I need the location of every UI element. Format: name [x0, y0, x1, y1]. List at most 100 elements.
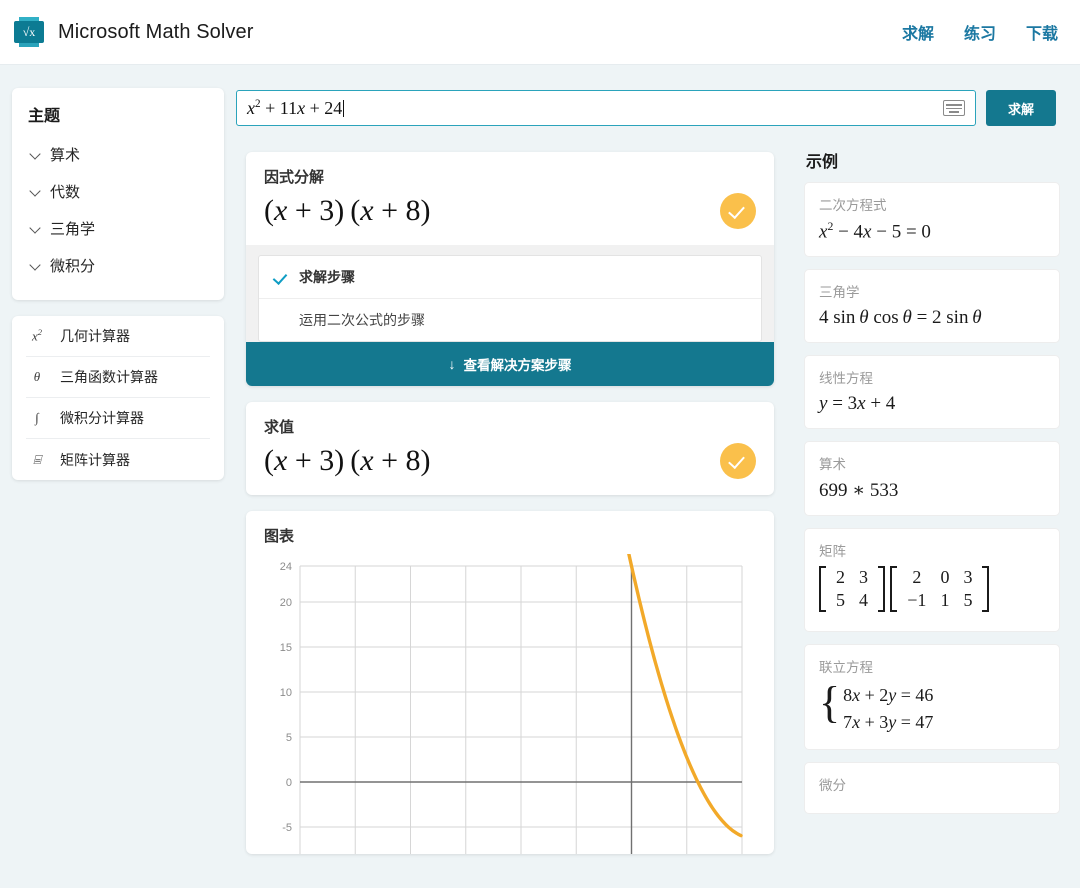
card-title: 因式分解 [264, 169, 324, 186]
evaluate-body: (x + 3) (x + 8) [246, 441, 774, 495]
steps-list: 求解步骤 运用二次公式的步骤 [258, 255, 762, 342]
topic-label: 算术 [50, 144, 80, 165]
example-matrix[interactable]: 矩阵 2354 203−115 [804, 528, 1060, 632]
example-expression: 4 sin θ cos θ = 2 sin θ [819, 307, 1045, 329]
example-label: 微分 [819, 774, 1045, 794]
calculator-geometry[interactable]: x2 几何计算器 [26, 316, 210, 357]
sidebar: 主题 算术 代数 三角学 微积分 x2 几何计算器 θ 三角函数计算器 ∫ 微积 [12, 88, 224, 480]
steps-section: 求解步骤 运用二次公式的步骤 [246, 245, 774, 342]
graph-plot[interactable]: 2420151050-5 [246, 554, 774, 854]
examples-title: 示例 [806, 148, 1068, 172]
calculator-trigonometry[interactable]: θ 三角函数计算器 [26, 357, 210, 398]
example-expression: y = 3x + 4 [819, 393, 1045, 415]
calculator-matrix[interactable]: ⌸ 矩阵计算器 [26, 439, 210, 480]
example-label: 矩阵 [819, 540, 1045, 560]
sidebar-topic-algebra[interactable]: 代数 [28, 173, 208, 210]
topic-label: 三角学 [50, 218, 95, 239]
factorization-expression: (x + 3) (x + 8) [264, 194, 720, 228]
example-expression: 2354 203−115 [819, 566, 1045, 618]
example-differentiation[interactable]: 微分 [804, 762, 1060, 814]
keyboard-icon[interactable] [943, 100, 965, 116]
sidebar-topic-arithmetic[interactable]: 算术 [28, 136, 208, 173]
step-item-solution-steps[interactable]: 求解步骤 [259, 256, 761, 298]
topic-label: 代数 [50, 181, 80, 202]
math-solver-logo-icon: √x [14, 17, 44, 47]
integral-icon: ∫ [26, 410, 48, 426]
main-results: 因式分解 (x + 3) (x + 8) 求解步骤 运用二次公式的步骤 ↓ 查看… [246, 152, 774, 870]
chevron-down-icon [30, 223, 41, 234]
sidebar-topic-trigonometry[interactable]: 三角学 [28, 210, 208, 247]
example-label: 三角学 [819, 281, 1045, 301]
nav-practice[interactable]: 练习 [964, 20, 996, 44]
factorization-body: (x + 3) (x + 8) [246, 191, 774, 245]
example-simultaneous-equations[interactable]: 联立方程 { 8x + 2y = 46 7x + 3y = 47 [804, 644, 1060, 750]
gridlines [300, 566, 742, 854]
calculators-panel: x2 几何计算器 θ 三角函数计算器 ∫ 微积分计算器 ⌸ 矩阵计算器 [12, 316, 224, 480]
step-item-quadratic-formula[interactable]: 运用二次公式的步骤 [259, 298, 761, 341]
view-solution-steps-button[interactable]: ↓ 查看解决方案步骤 [246, 342, 774, 386]
example-label: 线性方程 [819, 367, 1045, 387]
step-label: 求解步骤 [299, 267, 355, 287]
example-label: 算术 [819, 453, 1045, 473]
topics-panel: 主题 算术 代数 三角学 微积分 [12, 88, 224, 300]
calculator-calculus[interactable]: ∫ 微积分计算器 [26, 398, 210, 439]
sidebar-topic-calculus[interactable]: 微积分 [28, 247, 208, 284]
calculator-label: 微积分计算器 [60, 408, 144, 428]
verified-check-icon[interactable] [720, 443, 756, 479]
example-expression: 699 ∗ 533 [819, 479, 1045, 502]
example-quadratic[interactable]: 二次方程式 x2 − 4x − 5 = 0 [804, 182, 1060, 257]
matrix-icon: ⌸ [26, 452, 48, 468]
factorization-header: 因式分解 [246, 152, 774, 191]
evaluate-card: 求值 (x + 3) (x + 8) [246, 402, 774, 495]
y-tick-label: 5 [286, 732, 292, 744]
view-steps-label: 查看解决方案步骤 [464, 354, 572, 374]
graph-card: 图表 2420151050-5 [246, 511, 774, 854]
calculator-label: 矩阵计算器 [60, 450, 130, 470]
card-title: 求值 [264, 419, 294, 436]
y-axis-tick-labels: 2420151050-5 [280, 561, 292, 834]
chevron-down-icon [30, 149, 41, 160]
app-title: Microsoft Math Solver [58, 21, 254, 44]
search-input-value: x2 + 11x + 24 [247, 98, 943, 119]
y-tick-label: 15 [280, 642, 292, 654]
arrow-down-icon: ↓ [449, 356, 456, 372]
example-label: 二次方程式 [819, 194, 1045, 214]
factorization-card: 因式分解 (x + 3) (x + 8) 求解步骤 运用二次公式的步骤 ↓ 查看… [246, 152, 774, 386]
example-trigonometry[interactable]: 三角学 4 sin θ cos θ = 2 sin θ [804, 269, 1060, 343]
evaluate-expression: (x + 3) (x + 8) [264, 444, 720, 478]
left-brace-icon: { [819, 682, 840, 736]
example-linear-equation[interactable]: 线性方程 y = 3x + 4 [804, 355, 1060, 429]
search-input[interactable]: x2 + 11x + 24 [236, 90, 976, 126]
topic-label: 微积分 [50, 255, 95, 276]
example-label: 联立方程 [819, 656, 1045, 676]
examples-panel: 示例 二次方程式 x2 − 4x − 5 = 0 三角学 4 sin θ cos… [796, 140, 1068, 888]
example-expression: x2 − 4x − 5 = 0 [819, 220, 1045, 243]
nav-solve[interactable]: 求解 [902, 20, 934, 44]
solve-button[interactable]: 求解 [986, 90, 1056, 126]
example-expression: { 8x + 2y = 46 7x + 3y = 47 [819, 682, 1045, 736]
card-title: 图表 [246, 525, 774, 554]
calculator-label: 几何计算器 [60, 326, 130, 346]
verified-check-icon[interactable] [720, 193, 756, 229]
header-nav: 求解 练习 下载 [902, 20, 1058, 44]
calculator-label: 三角函数计算器 [60, 367, 158, 387]
example-arithmetic[interactable]: 算术 699 ∗ 533 [804, 441, 1060, 516]
matrix-b: 203−115 [890, 566, 989, 612]
y-tick-label: 0 [286, 777, 292, 789]
matrix-a: 2354 [819, 566, 885, 612]
search-row: x2 + 11x + 24 求解 [236, 90, 1056, 126]
logo-sqrt-glyph: √x [14, 21, 44, 43]
topics-title: 主题 [28, 102, 208, 126]
nav-download[interactable]: 下载 [1026, 20, 1058, 44]
step-label: 运用二次公式的步骤 [273, 310, 425, 330]
check-icon [273, 270, 287, 284]
chevron-down-icon [30, 186, 41, 197]
y-tick-label: 24 [280, 561, 292, 573]
chevron-down-icon [30, 260, 41, 271]
app-header: √x Microsoft Math Solver 求解 练习 下载 [0, 0, 1080, 65]
equation-1: 8x + 2y = 46 [843, 682, 933, 709]
theta-icon: θ [26, 369, 48, 385]
evaluate-header: 求值 [246, 402, 774, 441]
y-tick-label: 10 [280, 687, 292, 699]
y-tick-label: -5 [282, 822, 292, 834]
